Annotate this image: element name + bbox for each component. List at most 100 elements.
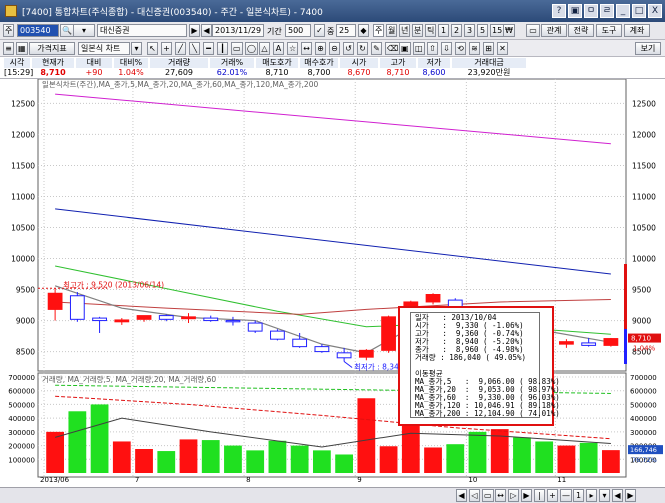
volume-bar[interactable] xyxy=(179,439,198,473)
scroll-control-icon-2[interactable]: ▭ xyxy=(482,489,494,502)
drawing-tool-icon-4[interactable]: ━ xyxy=(203,42,214,55)
volume-bar[interactable] xyxy=(446,444,465,473)
volume-bar[interactable] xyxy=(468,431,487,473)
drawing-tool-icon-25[interactable]: ✕ xyxy=(497,42,508,55)
candle-body[interactable] xyxy=(314,346,330,353)
volume-bar[interactable] xyxy=(68,411,87,473)
candle-body[interactable] xyxy=(358,349,374,358)
drawing-tool-icon-16[interactable]: ✎ xyxy=(371,42,382,55)
scroll-control-icon-1[interactable]: ◁ xyxy=(469,489,480,502)
drawing-tool-icon-15[interactable]: ↻ xyxy=(357,42,368,55)
drawing-tool-icon-19[interactable]: ◫ xyxy=(413,42,425,55)
grid-icon[interactable]: ▦ xyxy=(16,42,28,55)
chart-svg[interactable]: 12500 12500 12000 12000 11500 11500 11000 11000… xyxy=(0,79,665,485)
unit-button-3[interactable]: 1 xyxy=(438,24,449,37)
price-index-button[interactable]: 가격지표 xyxy=(29,42,75,55)
scroll-control-icon-10[interactable]: ▸ xyxy=(586,489,597,502)
window-button-2[interactable]: ㅁ xyxy=(584,4,598,18)
drawing-tool-icon-22[interactable]: ⟲ xyxy=(455,42,466,55)
period-input[interactable]: 500 xyxy=(285,24,311,37)
candle-body[interactable] xyxy=(581,342,597,346)
drawing-tool-icon-21[interactable]: ⇩ xyxy=(441,42,452,55)
volume-bar[interactable] xyxy=(357,398,376,473)
unit-button-0[interactable]: 년 xyxy=(399,24,411,37)
candle-body[interactable] xyxy=(425,294,441,303)
volume-bar[interactable] xyxy=(46,431,65,473)
stock-code-input[interactable]: 003540 xyxy=(17,24,59,37)
week-button[interactable]: 주 xyxy=(373,24,385,37)
candle-body[interactable] xyxy=(136,315,152,320)
interval-spin-icon[interactable]: ◆ xyxy=(358,24,369,37)
date-input[interactable]: 2013/11/29 xyxy=(212,24,264,37)
window-button-6[interactable]: X xyxy=(648,4,662,18)
toolbar-right-button-0[interactable]: 관계 xyxy=(541,24,567,37)
candle-body[interactable] xyxy=(69,295,85,320)
volume-bar[interactable] xyxy=(90,404,109,473)
volume-bar[interactable] xyxy=(312,450,331,473)
scroll-control-icon-9[interactable]: 1 xyxy=(573,489,584,502)
candle-body[interactable] xyxy=(292,338,308,348)
drawing-tool-icon-20[interactable]: ⇧ xyxy=(427,42,438,55)
market-select-button[interactable]: 주 xyxy=(3,24,15,37)
candle-body[interactable] xyxy=(181,316,196,320)
scroll-control-icon-5[interactable]: ▶ xyxy=(521,489,532,502)
window-button-0[interactable]: ? xyxy=(552,4,566,18)
scroll-control-icon-12[interactable]: ◀ xyxy=(612,489,623,502)
toolbar-right-button-3[interactable]: 계좌 xyxy=(624,24,650,37)
candle-body[interactable] xyxy=(203,317,219,322)
volume-bar[interactable] xyxy=(246,450,265,473)
candle-body[interactable] xyxy=(47,292,63,310)
volume-bar[interactable] xyxy=(157,451,176,473)
scroll-control-icon-8[interactable]: — xyxy=(560,489,572,502)
volume-bar[interactable] xyxy=(557,445,576,473)
window-button-3[interactable]: ㄹ xyxy=(600,4,614,18)
drawing-tool-icon-13[interactable]: ⊖ xyxy=(329,42,340,55)
drawing-tool-icon-12[interactable]: ⊕ xyxy=(315,42,326,55)
volume-bar[interactable] xyxy=(135,449,153,473)
drawing-tool-icon-8[interactable]: △ xyxy=(259,42,270,55)
candle-body[interactable] xyxy=(247,322,263,332)
drawing-tool-icon-11[interactable]: ↔ xyxy=(301,42,312,55)
candle-body[interactable] xyxy=(603,338,619,346)
chevron-down-icon[interactable]: ▾ xyxy=(131,42,142,55)
unit-button-2[interactable]: 틱 xyxy=(425,24,437,37)
volume-bar[interactable] xyxy=(335,454,354,473)
scroll-control-icon-7[interactable]: + xyxy=(547,489,558,502)
volume-bar[interactable] xyxy=(379,446,398,473)
candle-body[interactable] xyxy=(114,319,130,323)
capture-icon[interactable]: ▭ xyxy=(526,24,540,37)
drawing-tool-icon-6[interactable]: ▭ xyxy=(231,42,243,55)
candle-body[interactable] xyxy=(381,316,396,351)
scroll-control-icon-0[interactable]: ◀ xyxy=(456,489,467,502)
scroll-control-icon-4[interactable]: ▷ xyxy=(508,489,519,502)
drawing-tool-icon-0[interactable]: ↖ xyxy=(147,42,158,55)
scroll-control-icon-3[interactable]: ↔ xyxy=(495,489,506,502)
candle-body[interactable] xyxy=(92,317,107,322)
candle-body[interactable] xyxy=(559,341,574,345)
chart-type-select[interactable]: 일본식 차트 xyxy=(78,42,130,55)
window-button-1[interactable]: ▣ xyxy=(568,4,582,18)
volume-bar[interactable] xyxy=(401,420,420,473)
volume-bar[interactable] xyxy=(201,440,220,473)
candle-body[interactable] xyxy=(225,320,241,323)
drawing-tool-icon-9[interactable]: A xyxy=(273,42,284,55)
drawing-tool-icon-7[interactable]: ◯ xyxy=(245,42,258,55)
scroll-control-icon-13[interactable]: ▶ xyxy=(625,489,636,502)
drawing-tool-icon-23[interactable]: ≋ xyxy=(469,42,480,55)
volume-bar[interactable] xyxy=(513,437,531,473)
scroll-control-icon-11[interactable]: ▾ xyxy=(599,489,610,502)
chart-area[interactable]: 12500 12500 12000 12000 11500 11500 11000 11000… xyxy=(0,79,665,485)
date-prev-button[interactable]: ◀ xyxy=(201,24,212,37)
volume-bar[interactable] xyxy=(224,445,242,473)
check-icon[interactable]: ✓ xyxy=(314,24,325,37)
unit-button-1[interactable]: 분 xyxy=(412,24,424,37)
drawing-tool-icon-2[interactable]: ╱ xyxy=(175,42,186,55)
candle-body[interactable] xyxy=(270,330,285,340)
prev-stock-button[interactable]: ▶ xyxy=(189,24,200,37)
window-button-5[interactable]: □ xyxy=(632,4,646,18)
interval-input[interactable]: 25 xyxy=(336,24,356,37)
volume-bar[interactable] xyxy=(268,440,287,473)
toolbar-right-button-2[interactable]: 도구 xyxy=(596,24,622,37)
drawing-tool-icon-5[interactable]: ┃ xyxy=(217,42,228,55)
volume-bar[interactable] xyxy=(290,445,309,473)
